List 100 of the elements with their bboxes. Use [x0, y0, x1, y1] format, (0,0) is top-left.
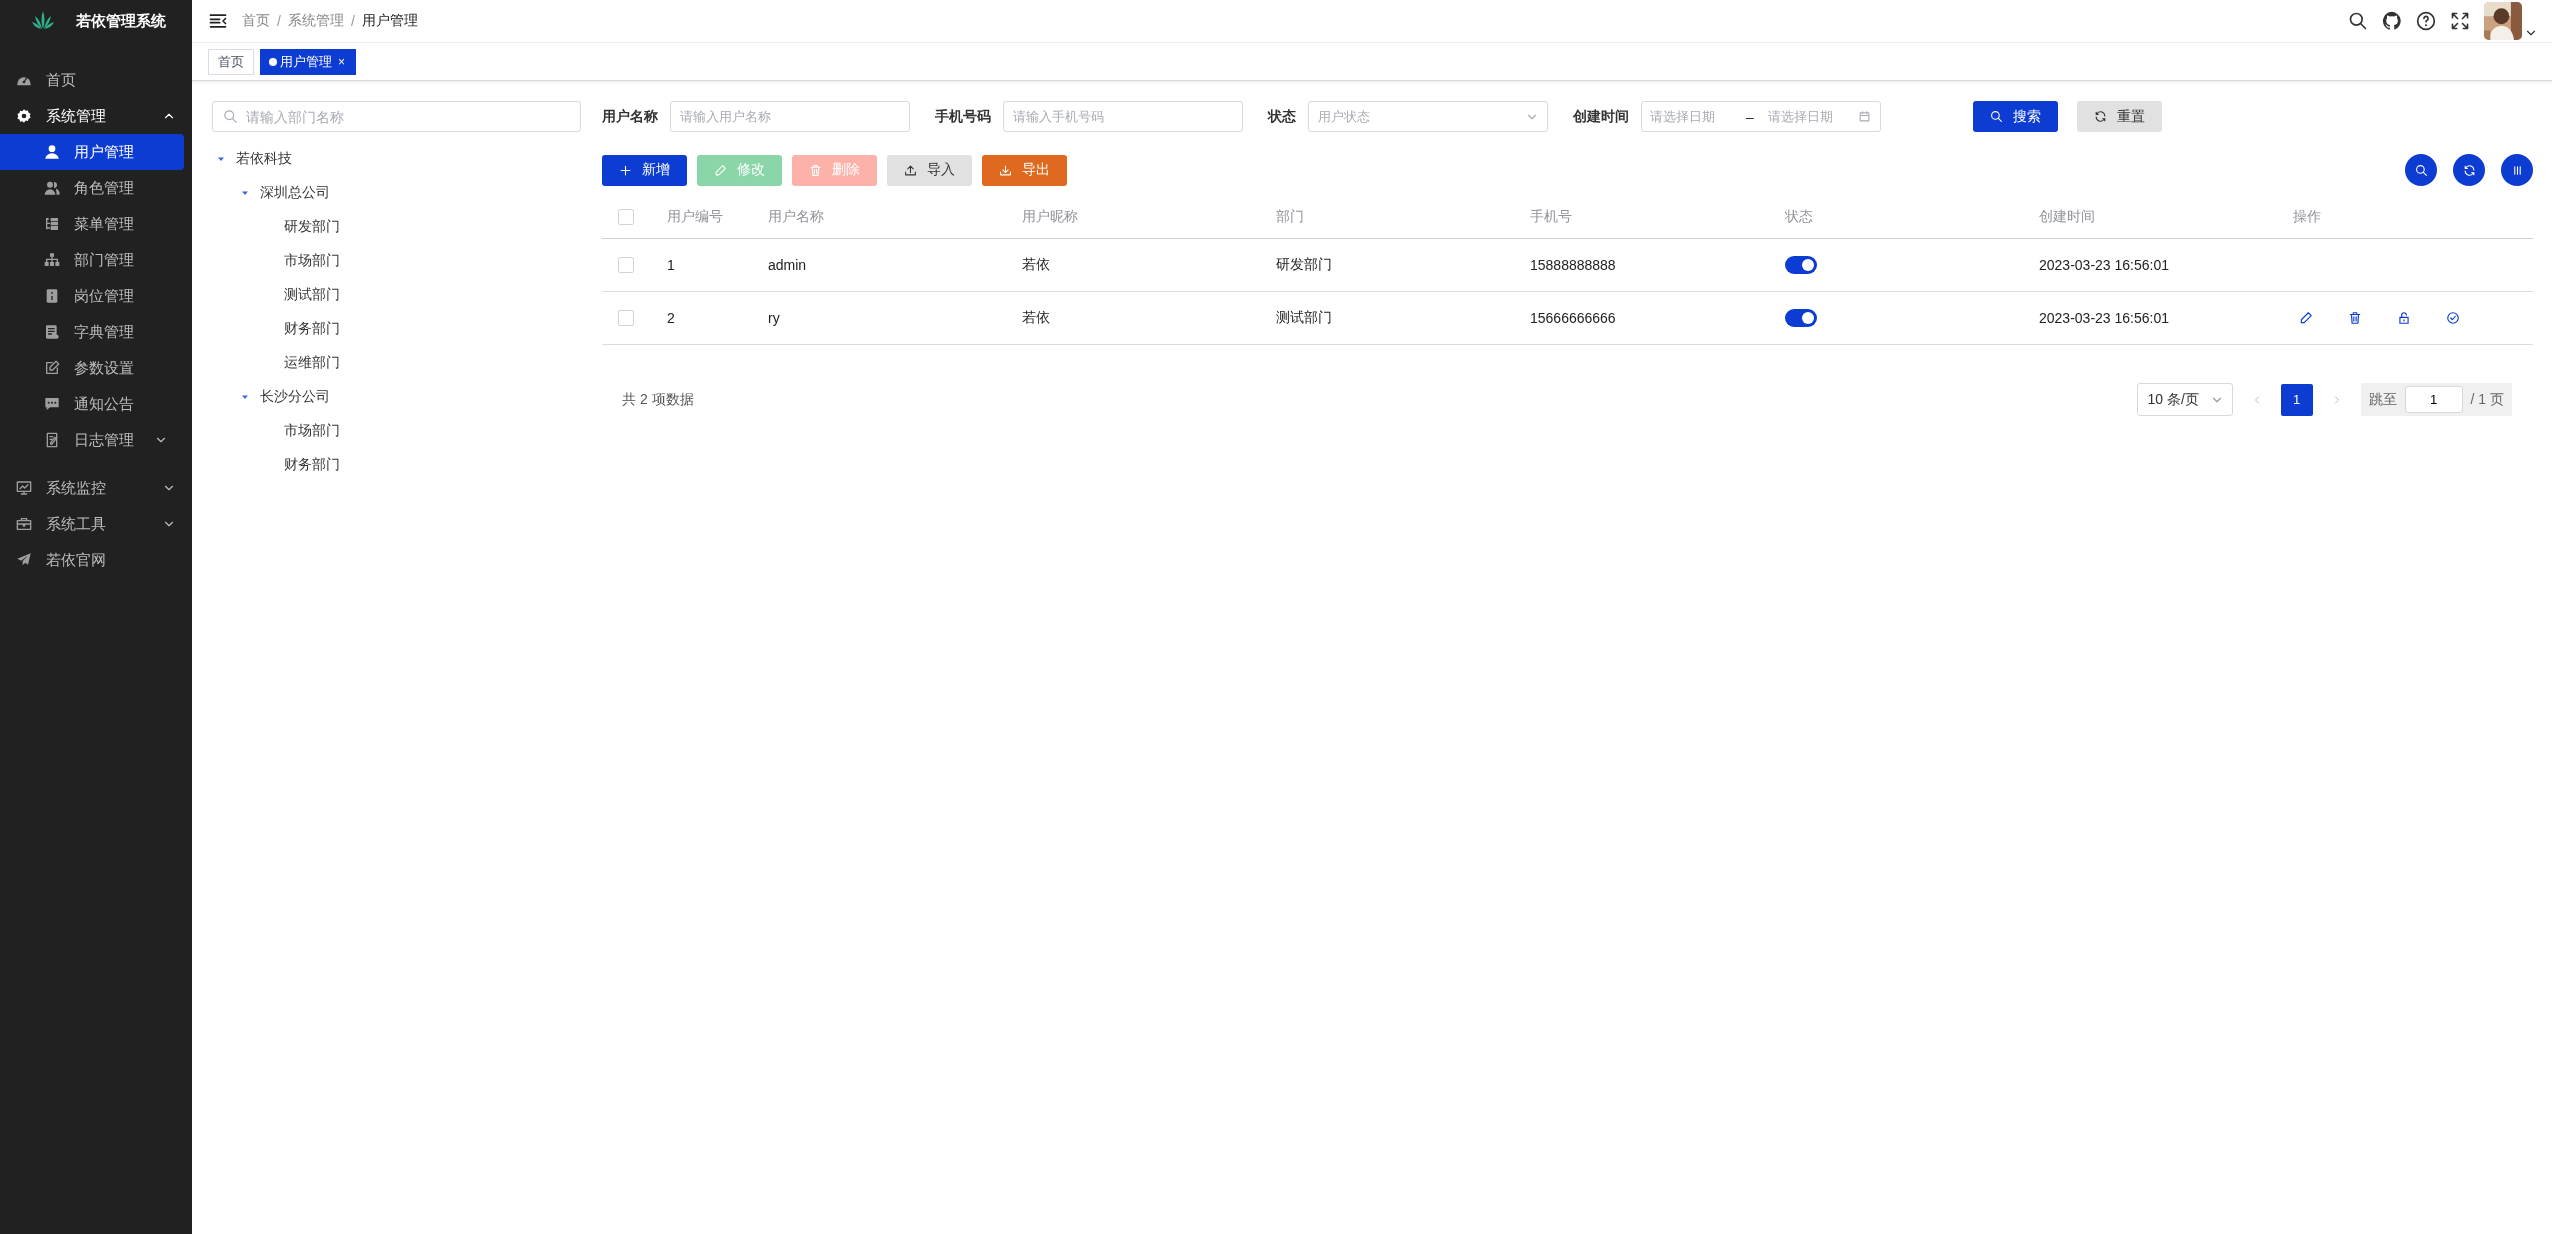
table-cell: ry: [768, 310, 780, 326]
briefcase-icon: [16, 516, 32, 532]
tree-node[interactable]: 测试部门: [284, 286, 340, 304]
menu-item[interactable]: 系统工具: [0, 506, 192, 542]
toggle-switch[interactable]: [1785, 309, 1817, 327]
octocat-icon[interactable]: [2382, 11, 2402, 31]
menu-item[interactable]: 部门管理: [0, 242, 184, 278]
toggle-switch[interactable]: [1785, 256, 1817, 274]
table-cell: 15666666666: [1530, 310, 1616, 326]
column-header: 部门: [1276, 208, 1304, 226]
page-button[interactable]: 1: [2280, 383, 2313, 416]
tree-node[interactable]: 财务部门: [284, 320, 340, 338]
column-header: 创建时间: [2039, 208, 2095, 226]
plus-icon: [619, 163, 632, 177]
text-input[interactable]: 请输入手机号码: [1004, 109, 1242, 124]
monitor-icon: [16, 480, 32, 496]
id-card-icon: [44, 288, 60, 304]
table-cell: admin: [768, 257, 807, 273]
select-field[interactable]: 用户状态: [1308, 101, 1548, 132]
refresh-icon: [2462, 163, 2476, 177]
tree-node[interactable]: 市场部门: [284, 252, 340, 270]
row-checkbox[interactable]: [618, 310, 634, 326]
search-input[interactable]: 请输入部门名称: [238, 108, 580, 125]
org-chart-icon: [44, 252, 60, 268]
trash-icon: [809, 163, 822, 177]
menu-item[interactable]: 日志管理: [0, 422, 184, 458]
column-header: 状态: [1785, 208, 1813, 226]
menu-item[interactable]: 系统管理: [0, 98, 192, 134]
tab[interactable]: 用户管理 ×: [260, 48, 356, 75]
input-field[interactable]: 请输入用户名称: [670, 101, 910, 132]
tree-node[interactable]: 市场部门: [284, 422, 340, 440]
menu-fold-icon[interactable]: [208, 11, 228, 31]
end-date-input[interactable]: 请选择日期: [1759, 109, 1858, 124]
menu-item[interactable]: 若依官网: [0, 542, 192, 578]
edit-icon[interactable]: [2299, 311, 2313, 325]
check-circle-icon[interactable]: [2446, 311, 2460, 325]
table-cell: 2023-03-23 16:56:01: [2039, 257, 2169, 273]
menu-item[interactable]: 菜单管理: [0, 206, 184, 242]
columns-button[interactable]: [2501, 154, 2533, 186]
tree-node[interactable]: 长沙分公司: [260, 388, 330, 406]
date-range-field[interactable]: 请选择日期 – 请选择日期: [1641, 101, 1881, 132]
field-label: 手机号码: [935, 107, 991, 126]
import-button[interactable]: 导入: [887, 154, 972, 186]
breadcrumb-link[interactable]: 系统管理: [287, 12, 344, 30]
tree-node[interactable]: 若依科技: [236, 150, 292, 168]
search-icon[interactable]: [2348, 11, 2368, 31]
menu-item[interactable]: 通知公告: [0, 386, 184, 422]
search-button[interactable]: 搜索: [1973, 101, 2058, 132]
page-count: / 1 页: [2470, 390, 2504, 409]
tree-node[interactable]: 运维部门: [284, 354, 340, 372]
add-button[interactable]: 新增: [602, 154, 687, 186]
people-icon: [44, 180, 60, 196]
table-cell: 测试部门: [1276, 309, 1332, 327]
column-header: 操作: [2293, 208, 2321, 226]
search-button[interactable]: [2405, 154, 2437, 186]
menu-item[interactable]: 参数设置: [0, 350, 184, 386]
fullscreen-icon[interactable]: [2450, 11, 2470, 31]
row-checkbox[interactable]: [618, 257, 634, 273]
menu-item[interactable]: 系统监控: [0, 470, 192, 506]
gear-icon: [16, 108, 32, 124]
total-count: 共 2 项数据: [622, 390, 694, 409]
trash-icon[interactable]: [2348, 311, 2362, 325]
menu-item[interactable]: 角色管理: [0, 170, 184, 206]
column-header: 用户名称: [768, 208, 824, 226]
menu-item[interactable]: 首页: [0, 62, 192, 98]
tree-node[interactable]: 财务部门: [284, 456, 340, 474]
tree-node[interactable]: 研发部门: [284, 218, 340, 236]
search-field[interactable]: 请输入部门名称: [212, 101, 581, 132]
menu-item[interactable]: 岗位管理: [0, 278, 184, 314]
table-cell: 2023-03-23 16:56:01: [2039, 310, 2169, 326]
help-icon[interactable]: [2416, 11, 2436, 31]
table-cell: 若依: [1022, 309, 1050, 327]
lock-icon[interactable]: [2397, 311, 2411, 325]
person-icon: [44, 144, 60, 160]
tree-node[interactable]: 深圳总公司: [260, 184, 330, 202]
column-header: 用户昵称: [1022, 208, 1078, 226]
tab[interactable]: 首页: [208, 48, 254, 75]
menu-item[interactable]: 字典管理: [0, 314, 184, 350]
close-button[interactable]: ×: [338, 54, 345, 69]
text-input[interactable]: 请输入用户名称: [671, 109, 909, 124]
refresh-button[interactable]: [2453, 154, 2485, 186]
select-all-checkbox[interactable]: [618, 209, 634, 225]
reset-button[interactable]: 重置: [2077, 101, 2162, 132]
pencil-icon: [714, 163, 727, 177]
select-input[interactable]: 用户状态: [1309, 109, 1525, 124]
start-date-input[interactable]: 请选择日期: [1642, 109, 1741, 124]
calendar-icon: [1858, 110, 1871, 123]
breadcrumb-link[interactable]: 首页: [242, 12, 270, 30]
range-separator: –: [1745, 108, 1755, 125]
chat-icon: [44, 396, 60, 412]
table-cell: 15888888888: [1530, 257, 1616, 273]
breadcrumb-separator: /: [277, 13, 281, 29]
search-icon: [223, 109, 238, 124]
dot-icon: [269, 57, 277, 66]
jump-label: 跳至: [2368, 390, 2397, 409]
book-icon: [44, 324, 60, 340]
page-size-select[interactable]: 10 条/页: [2136, 383, 2233, 416]
menu-item[interactable]: 用户管理: [0, 134, 184, 170]
input-field[interactable]: 请输入手机号码: [1003, 101, 1243, 132]
page-input[interactable]: 1: [2404, 386, 2463, 413]
